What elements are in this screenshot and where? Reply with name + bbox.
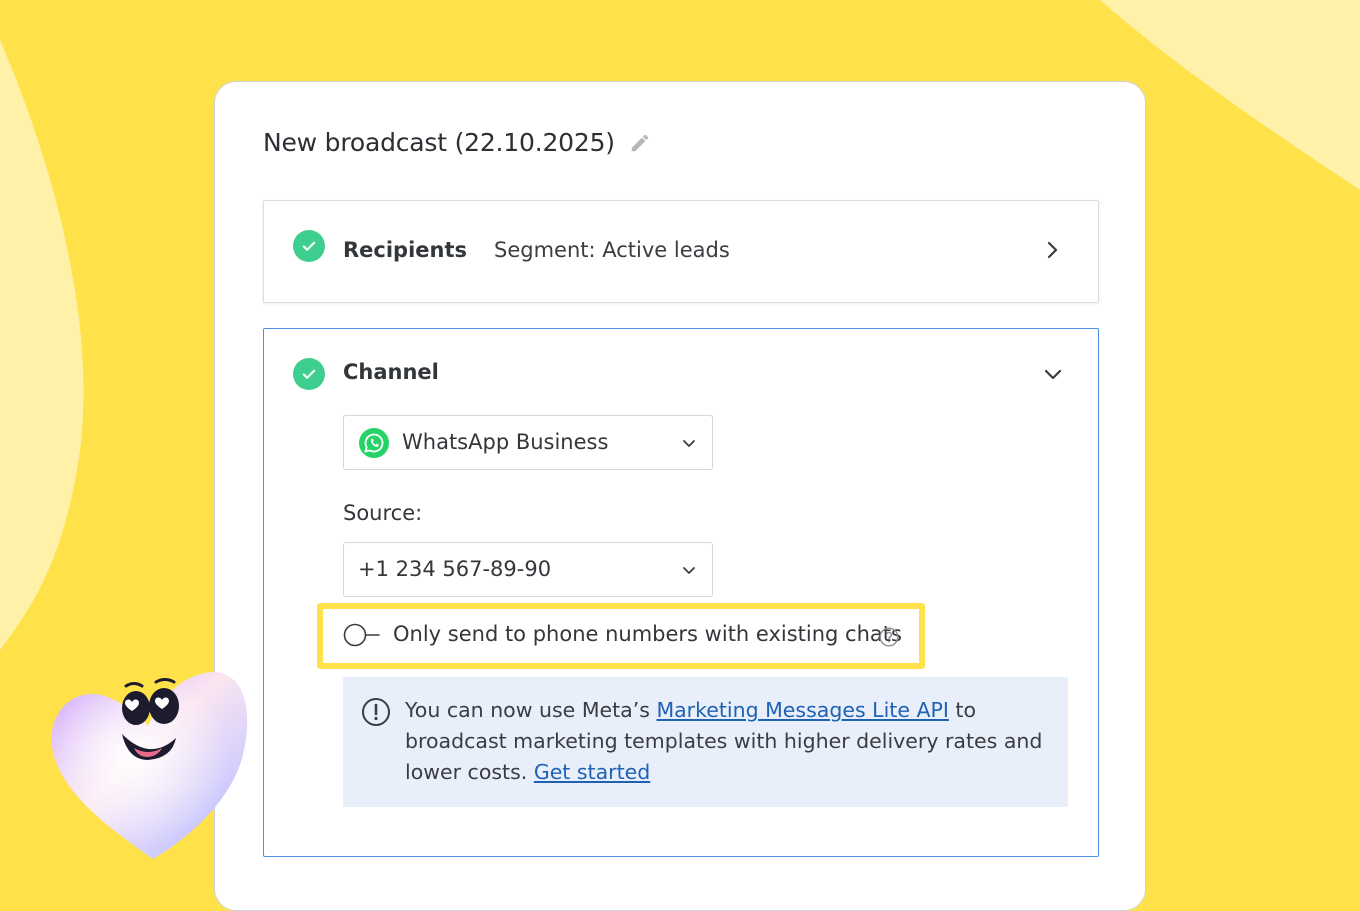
broadcast-card: New broadcast (22.10.2025) Recipients Se… (214, 81, 1146, 911)
chevron-down-icon[interactable] (1042, 364, 1064, 386)
chevron-down-icon (680, 434, 698, 452)
recipients-panel[interactable]: Recipients Segment: Active leads (263, 200, 1099, 303)
page-title: New broadcast (22.10.2025) (263, 128, 615, 157)
chevron-down-icon (680, 561, 698, 579)
info-text-before: You can now use Meta’s (405, 698, 657, 722)
get-started-link[interactable]: Get started (534, 760, 650, 784)
info-banner: You can now use Meta’s Marketing Message… (343, 677, 1068, 807)
chevron-right-icon[interactable] (1042, 239, 1064, 261)
source-select[interactable]: +1 234 567-89-90 (343, 542, 713, 597)
exclamation-circle-icon (361, 697, 391, 727)
channel-panel: Channel WhatsApp Business Source: +1 234… (263, 328, 1099, 857)
source-label: Source: (343, 501, 423, 525)
check-circle-icon (293, 358, 325, 390)
channel-select-value: WhatsApp Business (402, 430, 609, 454)
existing-chats-toggle-label: Only send to phone numbers with existing… (393, 622, 902, 646)
recipients-label: Recipients (343, 238, 468, 262)
pencil-icon[interactable] (629, 132, 651, 154)
recipients-value: Segment: Active leads (494, 238, 730, 262)
whatsapp-icon (359, 428, 389, 458)
question-circle-icon[interactable] (879, 627, 899, 647)
source-select-value: +1 234 567-89-90 (358, 557, 552, 581)
existing-chats-toggle[interactable] (343, 623, 381, 647)
channel-select[interactable]: WhatsApp Business (343, 415, 713, 470)
title-row: New broadcast (22.10.2025) (263, 128, 651, 157)
existing-chats-option: Only send to phone numbers with existing… (317, 603, 925, 669)
marketing-api-link[interactable]: Marketing Messages Lite API (656, 698, 948, 722)
check-circle-icon (293, 230, 325, 262)
channel-label: Channel (343, 360, 439, 384)
heart-mascot (51, 672, 248, 859)
